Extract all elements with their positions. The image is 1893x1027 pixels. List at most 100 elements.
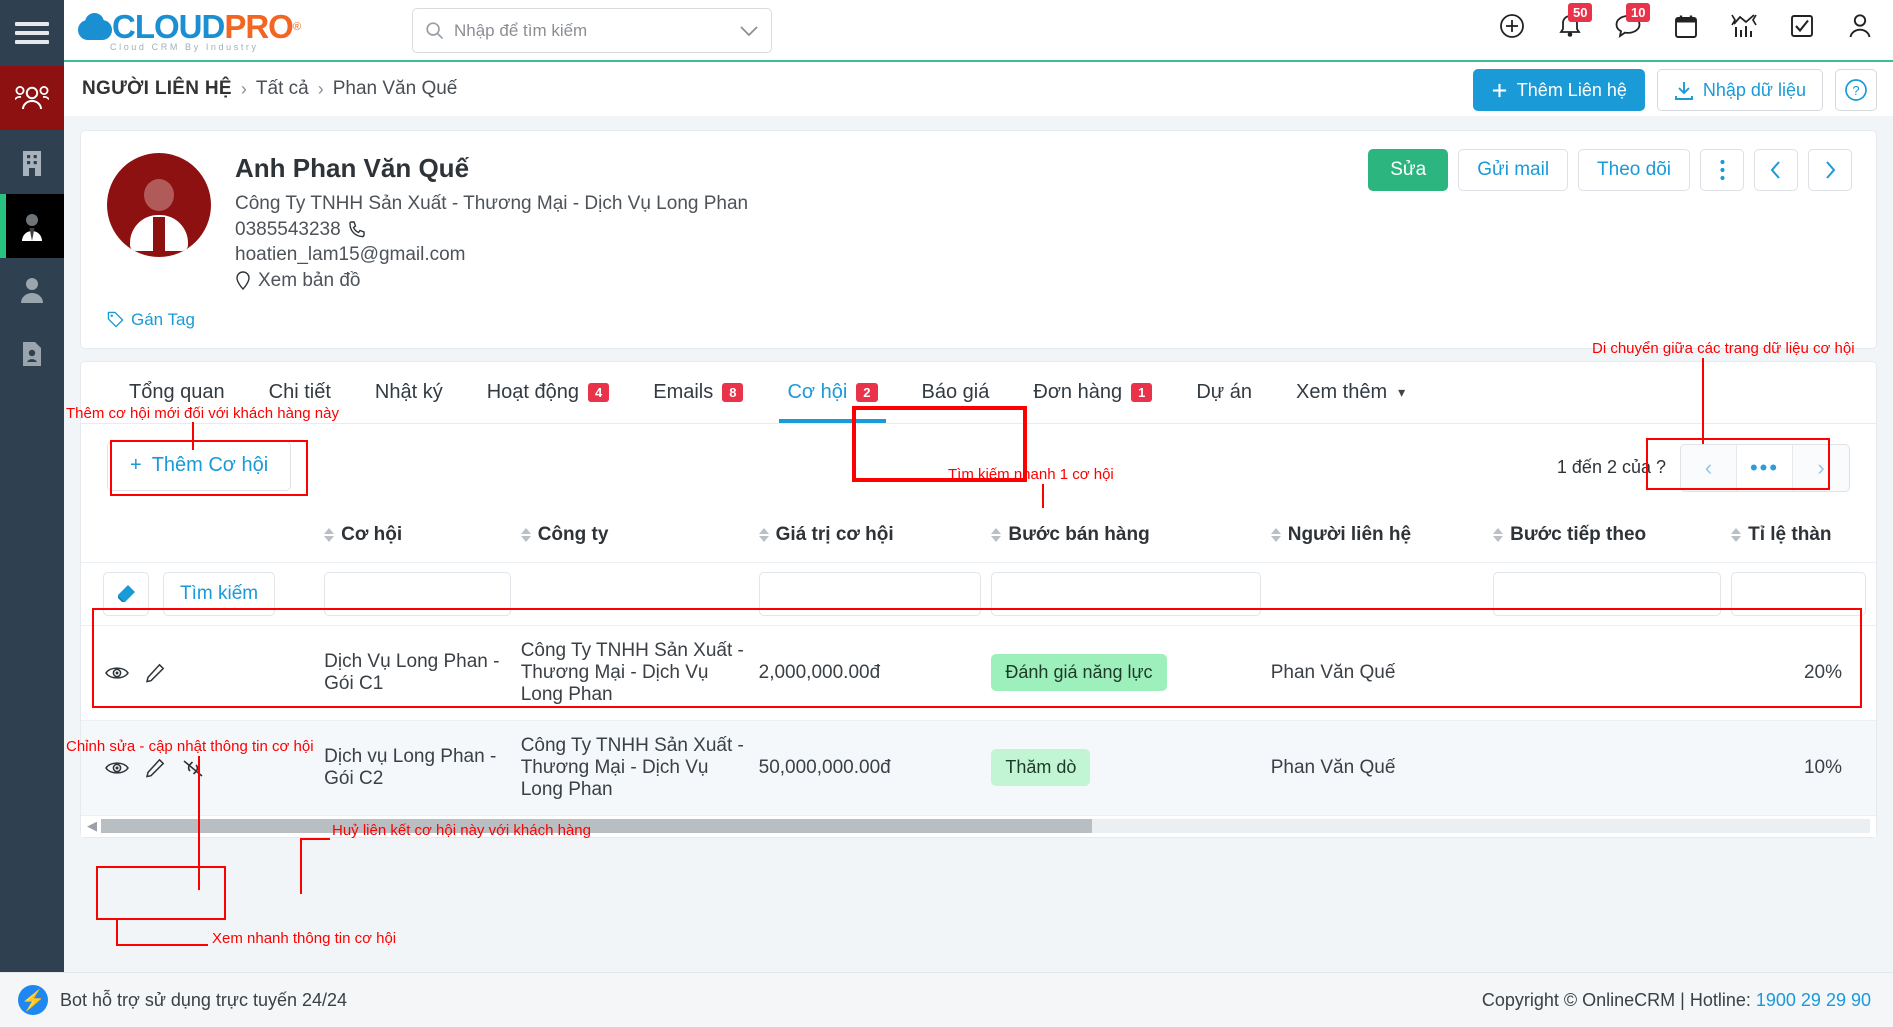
left-rail [0, 0, 64, 1027]
download-icon [1674, 81, 1693, 100]
chevron-right-icon [1826, 161, 1836, 179]
sort-icon[interactable] [1493, 527, 1504, 542]
edit-pencil-icon[interactable] [141, 754, 169, 782]
filter-buoc-tiep-theo-input[interactable] [1493, 571, 1722, 616]
next-record-button[interactable] [1808, 149, 1852, 191]
hotline-link[interactable]: 1900 29 29 90 [1756, 990, 1871, 1010]
eraser-icon [118, 584, 135, 602]
global-search[interactable] [412, 8, 772, 53]
support-bot[interactable]: ⚡ Bot hỗ trợ sử dụng trực tuyến 24/24 [18, 985, 347, 1015]
tab-panel: Tổng quan Chi tiết Nhật ký Hoạt động 4 E… [80, 360, 1877, 838]
breadcrumb-module[interactable]: NGƯỜI LIÊN HỆ [82, 78, 232, 100]
logo-text-cloud: CLOUD [112, 8, 225, 45]
tab-xem-them[interactable]: Xem thêm ▾ [1274, 362, 1427, 423]
menu-toggle-button[interactable] [0, 0, 64, 66]
add-opportunity-button[interactable]: + Thêm Cơ hội [107, 440, 292, 491]
tab-du-an[interactable]: Dự án [1174, 362, 1274, 423]
cell-opportunity[interactable]: Dịch vụ Long Phan - Gói C2 [324, 719, 521, 815]
table-row[interactable]: Dịch Vụ Long Phan - Gói C1 Công Ty TNHH … [81, 624, 1876, 721]
phone-icon[interactable] [348, 220, 366, 238]
tab-hoat-dong[interactable]: Hoạt động 4 [465, 362, 632, 423]
tab-nhat-ky[interactable]: Nhật ký [353, 362, 465, 423]
th-co-hoi[interactable]: Cơ hội [324, 508, 521, 563]
sort-icon[interactable] [1731, 527, 1742, 542]
th-buoc-ban-hang[interactable]: Bước bán hàng [991, 508, 1270, 563]
th-buoc-tiep-theo[interactable]: Bước tiếp theo [1493, 508, 1731, 563]
sort-icon[interactable] [1270, 527, 1281, 542]
send-mail-button[interactable]: Gửi mail [1458, 149, 1569, 191]
th-label: Công ty [537, 523, 609, 545]
edit-pencil-icon[interactable] [141, 659, 169, 687]
scrollbar-thumb[interactable] [101, 819, 1092, 834]
th-actions [81, 508, 324, 563]
account-user-icon[interactable] [1845, 6, 1875, 46]
tab-bao-gia[interactable]: Báo giá [900, 362, 1012, 423]
annotation-quick-view: Xem nhanh thông tin cơ hội [212, 930, 397, 947]
top-bar: CLOUD PRO ® Cloud CRM By Industry Nhập đ… [64, 0, 1893, 62]
breadcrumb-level-2[interactable]: Phan Văn Quế [333, 78, 458, 100]
add-contact-button[interactable]: Thêm Liên hệ [1472, 69, 1645, 111]
quick-view-eye-icon[interactable] [103, 659, 131, 687]
contact-phone-row: 0385543238 [235, 217, 748, 243]
assign-tag-link[interactable]: Gán Tag [107, 310, 1850, 330]
search-button[interactable]: Tìm kiếm [163, 571, 276, 616]
calendar-icon[interactable] [1671, 6, 1701, 46]
app-logo[interactable]: CLOUD PRO ® Cloud CRM By Industry [76, 8, 301, 52]
unlink-icon[interactable] [179, 754, 207, 782]
tab-don-hang[interactable]: Đơn hàng 1 [1011, 362, 1174, 423]
pagination-next-button[interactable]: › [1793, 445, 1849, 491]
edit-button[interactable]: Sửa [1368, 149, 1449, 191]
sidebar-item-leads[interactable] [0, 258, 64, 322]
plus-icon [1492, 83, 1506, 97]
th-cong-ty[interactable]: Công ty [520, 508, 759, 563]
sort-icon[interactable] [991, 527, 1002, 542]
filter-ti-le-input[interactable] [1731, 571, 1866, 616]
th-nguoi-lien-he[interactable]: Người liên hệ [1270, 508, 1493, 563]
messages-chat-icon[interactable]: 10 [1613, 3, 1651, 46]
scroll-left-arrow-icon[interactable]: ◀ [87, 818, 97, 834]
add-circle-icon[interactable] [1497, 6, 1527, 46]
follow-button[interactable]: Theo dõi [1578, 149, 1690, 191]
search-input[interactable] [454, 20, 739, 41]
sidebar-item-documents[interactable] [0, 322, 64, 386]
tab-label: Chi tiết [268, 380, 331, 403]
filter-gia-tri-input[interactable] [758, 571, 982, 616]
quick-view-eye-icon[interactable] [103, 754, 131, 782]
sidebar-item-contacts-group[interactable] [0, 66, 64, 130]
th-label: Bước bán hàng [1008, 523, 1150, 545]
sort-icon[interactable] [758, 527, 769, 542]
breadcrumb-level-1[interactable]: Tất cả [256, 78, 309, 100]
pagination-buttons: ‹ ••• › [1680, 443, 1850, 492]
th-gia-tri-co-hoi[interactable]: Giá trị cơ hội [758, 508, 992, 563]
contact-map-row[interactable]: Xem bản đồ [235, 268, 748, 294]
tasks-checkbox-icon[interactable] [1787, 6, 1817, 46]
sidebar-item-companies[interactable] [0, 130, 64, 194]
contact-company: Công Ty TNHH Sản Xuất - Thương Mại - Dịc… [235, 191, 748, 217]
import-data-button[interactable]: Nhập dữ liệu [1656, 69, 1823, 111]
sort-icon[interactable] [324, 527, 335, 542]
tab-emails[interactable]: Emails 8 [631, 362, 765, 423]
reports-chart-icon[interactable] [1729, 6, 1759, 46]
clear-filters-button[interactable] [103, 571, 149, 616]
chevron-down-icon[interactable] [739, 24, 759, 38]
tab-co-hoi[interactable]: Cơ hội 2 [765, 362, 899, 423]
th-ti-le-thanh[interactable]: Tỉ lệ thàn [1731, 508, 1876, 563]
filter-buoc-ban-hang-input[interactable] [991, 571, 1261, 616]
pagination-prev-button[interactable]: ‹ [1681, 444, 1737, 491]
assign-tag-label: Gán Tag [131, 309, 195, 329]
sort-icon[interactable] [520, 527, 531, 542]
footer-bar: ⚡ Bot hỗ trợ sử dụng trực tuyến 24/24 Co… [0, 972, 1893, 1027]
main-canvas: Anh Phan Văn Quế Công Ty TNHH Sản Xuất -… [64, 116, 1893, 972]
tag-icon [107, 311, 124, 328]
more-actions-button[interactable] [1700, 149, 1744, 191]
cell-opportunity[interactable]: Dịch Vụ Long Phan - Gói C1 [324, 624, 521, 721]
sidebar-item-contact-person[interactable] [0, 194, 64, 258]
contact-email[interactable]: hoatien_lam15@gmail.com [235, 242, 748, 268]
prev-record-button[interactable] [1754, 149, 1798, 191]
pagination-pages-button[interactable]: ••• [1737, 444, 1793, 491]
search-icon [426, 22, 444, 40]
table-row[interactable]: Dịch vụ Long Phan - Gói C2 Công Ty TNHH … [81, 719, 1876, 815]
help-button[interactable]: ? [1835, 69, 1877, 111]
filter-co-hoi-input[interactable] [324, 571, 511, 616]
notifications-bell[interactable]: 50 [1555, 3, 1593, 46]
